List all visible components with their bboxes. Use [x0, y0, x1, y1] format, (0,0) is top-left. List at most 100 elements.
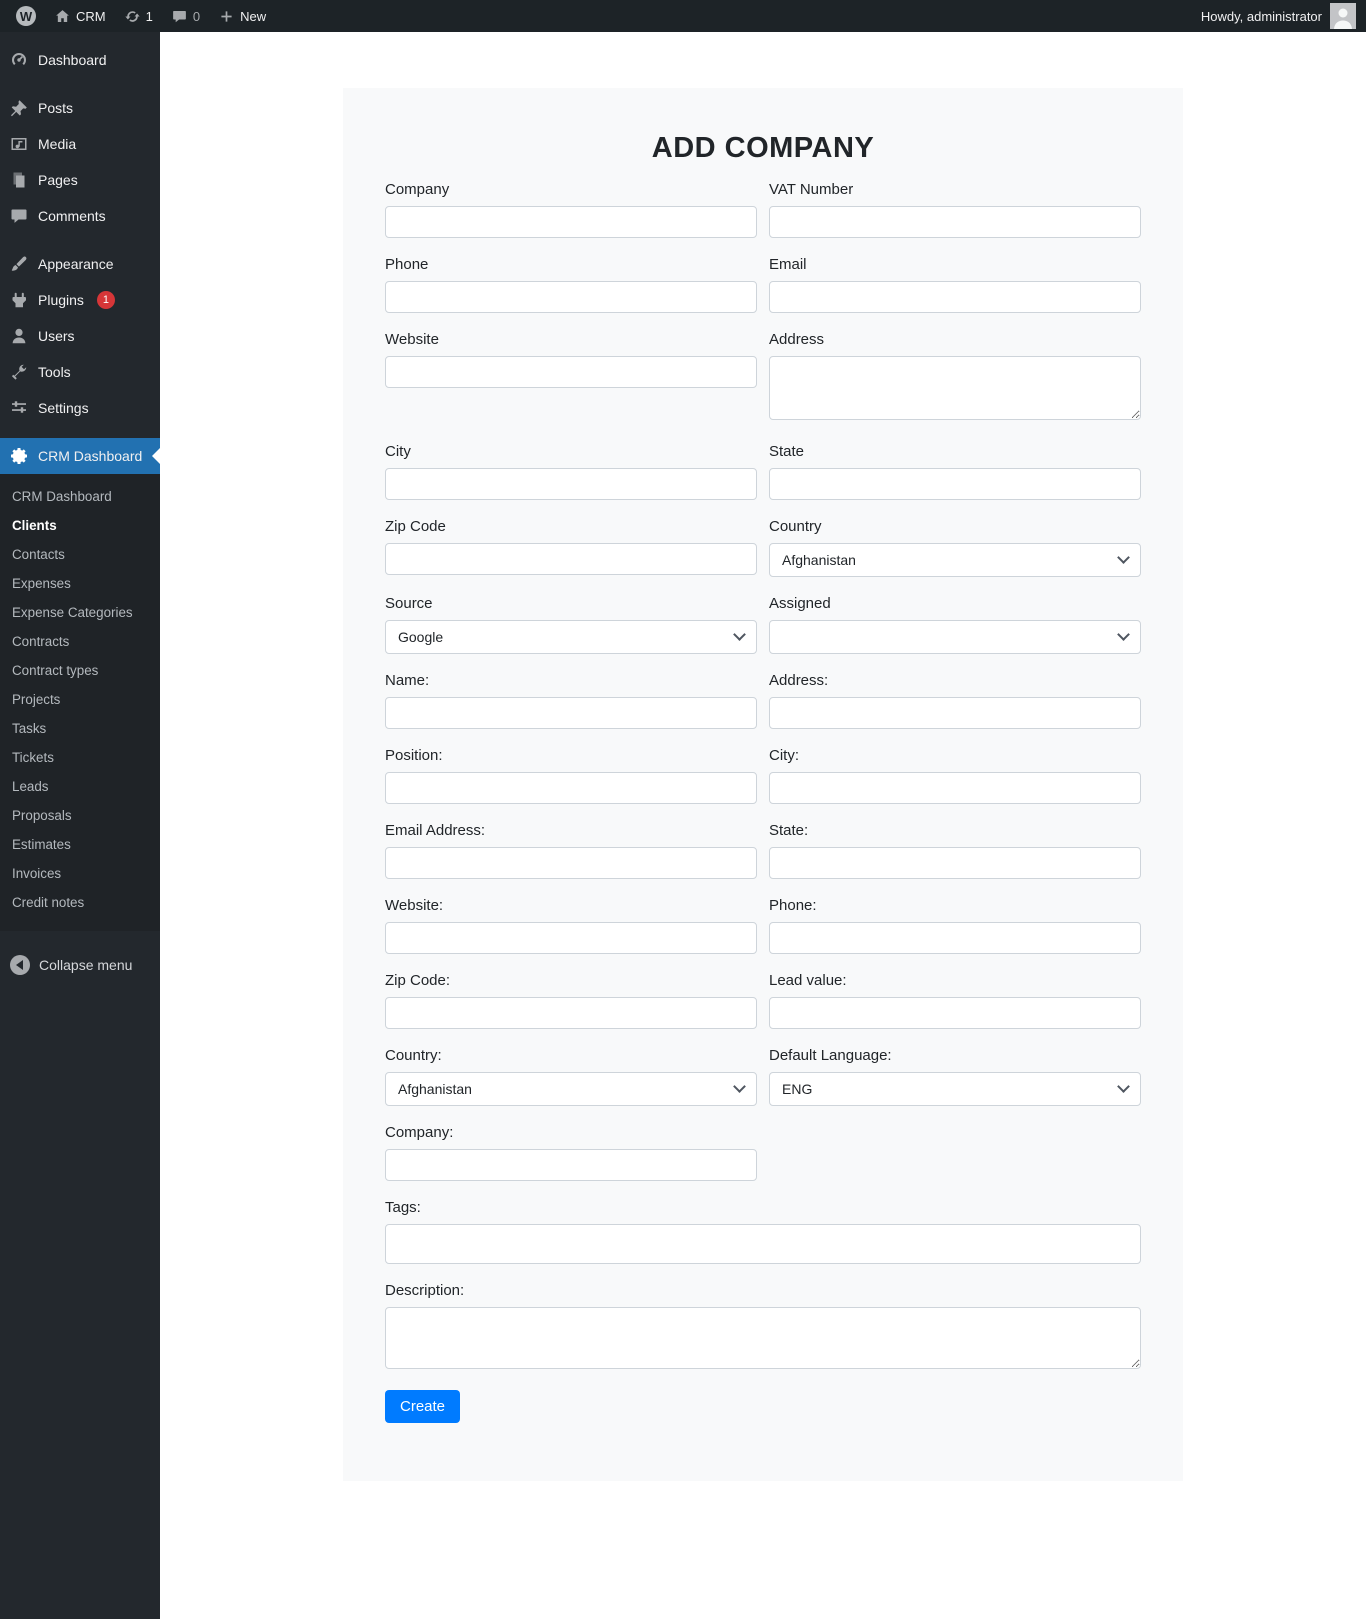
sidebar-item-comments[interactable]: Comments	[0, 198, 160, 234]
state-input[interactable]	[769, 468, 1141, 500]
submenu-item-proposals[interactable]: Proposals	[0, 801, 160, 830]
sidebar-item-appearance[interactable]: Appearance	[0, 246, 160, 282]
updates-icon	[124, 8, 141, 25]
address-textarea[interactable]	[769, 356, 1141, 420]
avatar[interactable]	[1330, 3, 1356, 29]
submenu-item-crm-dashboard[interactable]: CRM Dashboard	[0, 482, 160, 511]
contact-state-input[interactable]	[769, 847, 1141, 879]
collapse-menu-button[interactable]: Collapse menu	[0, 945, 160, 985]
contact-position-input[interactable]	[385, 772, 757, 804]
submenu-item-credit-notes[interactable]: Credit notes	[0, 888, 160, 917]
contact-name-input[interactable]	[385, 697, 757, 729]
lead-value-input[interactable]	[769, 997, 1141, 1029]
howdy-text[interactable]: Howdy, administrator	[1201, 9, 1322, 24]
contact-company-input[interactable]	[385, 1149, 757, 1181]
description-textarea[interactable]	[385, 1307, 1141, 1369]
create-button[interactable]: Create	[385, 1390, 461, 1423]
sidebar-item-posts[interactable]: Posts	[0, 90, 160, 126]
comments-link[interactable]: 0	[163, 0, 208, 32]
collapse-arrow-icon	[10, 955, 30, 975]
contact-address-label: Address:	[769, 672, 829, 689]
gear-icon	[9, 446, 29, 466]
tags-label: Tags:	[385, 1199, 421, 1216]
submenu-item-contacts[interactable]: Contacts	[0, 540, 160, 569]
submenu-item-projects[interactable]: Projects	[0, 685, 160, 714]
admin-bar: W CRM 1 0 New Howdy, administrator	[0, 0, 1366, 32]
updates-count: 1	[145, 8, 153, 24]
source-select[interactable]: Google	[385, 620, 757, 654]
contact-website-input[interactable]	[385, 922, 757, 954]
country-select-value: Afghanistan	[782, 552, 856, 568]
home-icon	[54, 8, 71, 25]
website-input[interactable]	[385, 356, 757, 388]
contact-position-label: Position:	[385, 747, 443, 764]
sidebar-item-label: Plugins	[38, 292, 84, 308]
chevron-down-icon	[733, 1080, 746, 1093]
contact-email-label: Email Address:	[385, 822, 486, 839]
contact-city-input[interactable]	[769, 772, 1141, 804]
sidebar-item-users[interactable]: Users	[0, 318, 160, 354]
submenu-item-leads[interactable]: Leads	[0, 772, 160, 801]
country-label: Country	[769, 518, 822, 535]
contact-country-select[interactable]: Afghanistan	[385, 1072, 757, 1106]
state-label: State	[769, 443, 805, 460]
country-select[interactable]: Afghanistan	[769, 543, 1141, 577]
contact-zip-input[interactable]	[385, 997, 757, 1029]
sidebar-item-settings[interactable]: Settings	[0, 390, 160, 426]
sidebar-item-pages[interactable]: Pages	[0, 162, 160, 198]
email-label: Email	[769, 256, 807, 273]
chevron-down-icon	[1117, 1080, 1130, 1093]
contact-email-input[interactable]	[385, 847, 757, 879]
submenu-item-clients[interactable]: Clients	[0, 511, 160, 540]
chevron-down-icon	[1117, 551, 1130, 564]
sidebar-item-label: Appearance	[38, 256, 114, 272]
submenu-item-tasks[interactable]: Tasks	[0, 714, 160, 743]
site-name-label: CRM	[76, 8, 106, 24]
paintbrush-icon	[9, 254, 29, 274]
sidebar-item-dashboard[interactable]: Dashboard	[0, 42, 160, 78]
contact-state-label: State:	[769, 822, 809, 839]
submenu-item-tickets[interactable]: Tickets	[0, 743, 160, 772]
sidebar-item-label: Dashboard	[38, 52, 107, 68]
city-input[interactable]	[385, 468, 757, 500]
submenu-item-invoices[interactable]: Invoices	[0, 859, 160, 888]
submenu-item-contract-types[interactable]: Contract types	[0, 656, 160, 685]
wordpress-menu-button[interactable]: W	[8, 0, 44, 32]
wordpress-logo-icon: W	[16, 6, 36, 26]
submenu-item-contracts[interactable]: Contracts	[0, 627, 160, 656]
submenu-item-expense-categories[interactable]: Expense Categories	[0, 598, 160, 627]
sliders-icon	[9, 398, 29, 418]
default-language-select[interactable]: ENG	[769, 1072, 1141, 1106]
sidebar-item-plugins[interactable]: Plugins 1	[0, 282, 160, 318]
company-label: Company	[385, 181, 450, 198]
default-language-label: Default Language:	[769, 1047, 892, 1064]
sidebar-item-label: Tools	[38, 364, 71, 380]
vat-number-input[interactable]	[769, 206, 1141, 238]
sidebar-item-media[interactable]: Media	[0, 126, 160, 162]
submenu-item-estimates[interactable]: Estimates	[0, 830, 160, 859]
updates-link[interactable]: 1	[116, 0, 161, 32]
sidebar-item-label: Settings	[38, 400, 89, 416]
contact-address-input[interactable]	[769, 697, 1141, 729]
sidebar-item-label: Media	[38, 136, 77, 152]
site-name-link[interactable]: CRM	[46, 0, 114, 32]
contact-website-label: Website:	[385, 897, 444, 914]
zip-code-input[interactable]	[385, 543, 757, 575]
assigned-select[interactable]	[769, 620, 1141, 654]
phone-input[interactable]	[385, 281, 757, 313]
contact-phone-input[interactable]	[769, 922, 1141, 954]
phone-label: Phone	[385, 256, 429, 273]
tags-input[interactable]	[385, 1224, 1141, 1264]
email-input[interactable]	[769, 281, 1141, 313]
sidebar-item-label: CRM Dashboard	[38, 448, 143, 464]
contact-country-select-value: Afghanistan	[398, 1081, 472, 1097]
dashboard-icon	[9, 50, 29, 70]
media-icon	[9, 134, 29, 154]
new-content-button[interactable]: New	[210, 0, 274, 32]
sidebar-item-crm-dashboard[interactable]: CRM Dashboard	[0, 438, 160, 474]
sidebar-item-tools[interactable]: Tools	[0, 354, 160, 390]
plugin-icon	[9, 290, 29, 310]
plugins-update-badge: 1	[96, 291, 115, 309]
submenu-item-expenses[interactable]: Expenses	[0, 569, 160, 598]
company-input[interactable]	[385, 206, 757, 238]
